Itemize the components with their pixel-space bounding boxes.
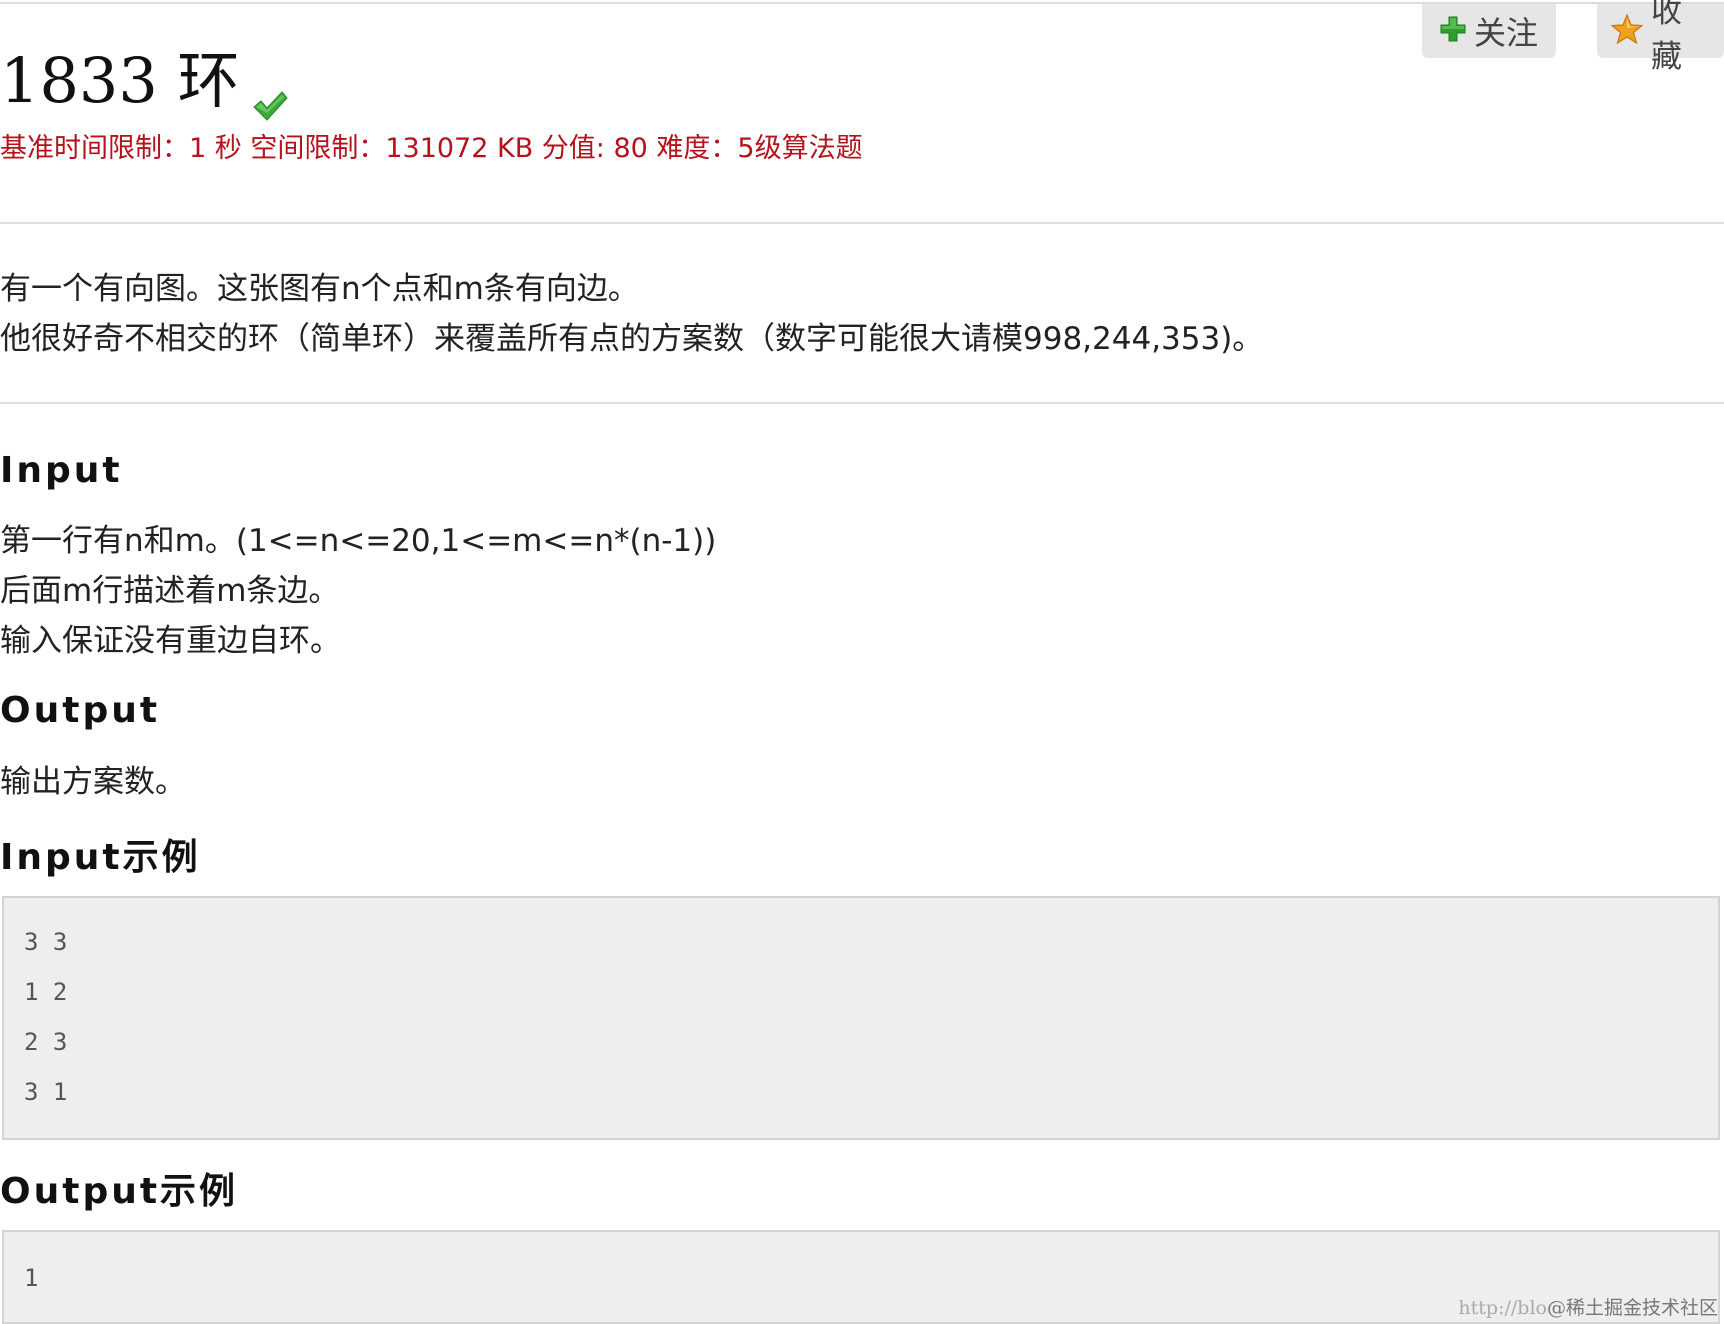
- input-description: 第一行有n和m。(1<=n<=20,1<=m<=n*(n-1)) 后面m行描述着…: [0, 516, 716, 666]
- watermark-url: http://blo: [1458, 1297, 1547, 1319]
- input-line: 第一行有n和m。(1<=n<=20,1<=m<=n*(n-1)): [0, 523, 717, 559]
- input-line: 输入保证没有重边自环。: [0, 623, 341, 659]
- sample-line: 1 2: [24, 978, 68, 1006]
- input-heading: Input: [0, 450, 123, 491]
- sample-line: 1: [24, 1264, 39, 1292]
- sample-line: 2 3: [24, 1028, 68, 1056]
- input-example-heading: Input示例: [0, 837, 201, 878]
- description-line: 他很好奇不相交的环（简单环）来覆盖所有点的方案数（数字可能很大请模998,244…: [0, 321, 1264, 357]
- problem-title: 1833 环: [0, 38, 288, 121]
- input-line: 后面m行描述着m条边。: [0, 573, 340, 609]
- follow-button[interactable]: 关注: [1422, 4, 1556, 58]
- output-example-heading: Output示例: [0, 1171, 239, 1212]
- star-icon: [1610, 13, 1644, 48]
- output-heading: Output: [0, 690, 161, 731]
- input-example-box[interactable]: 3 3 1 2 2 3 3 1: [2, 896, 1720, 1140]
- green-plus-icon: [1440, 16, 1466, 46]
- description-line: 有一个有向图。这张图有n个点和m条有向边。: [0, 271, 639, 307]
- problem-description: 有一个有向图。这张图有n个点和m条有向边。 他很好奇不相交的环（简单环）来覆盖所…: [0, 264, 1263, 364]
- watermark-brand: @稀土掘金技术社区: [1546, 1297, 1718, 1319]
- sample-line: 3 3: [24, 928, 68, 956]
- problem-meta: 基准时间限制：1 秒 空间限制：131072 KB 分值: 80 难度：5级算法…: [0, 133, 863, 164]
- divider: [0, 402, 1724, 404]
- sample-line: 3 1: [24, 1078, 68, 1106]
- follow-button-label: 关注: [1474, 14, 1539, 52]
- watermark: http://blo@稀土掘金技术社区: [1458, 1293, 1718, 1320]
- divider: [0, 222, 1724, 224]
- favorite-button-label: 收藏: [1651, 0, 1682, 75]
- favorite-button[interactable]: 收藏: [1597, 0, 1724, 75]
- green-check-icon: [252, 64, 288, 121]
- output-line: 输出方案数。: [0, 764, 186, 800]
- output-description: 输出方案数。: [0, 757, 186, 807]
- problem-title-text: 1833 环: [0, 44, 240, 117]
